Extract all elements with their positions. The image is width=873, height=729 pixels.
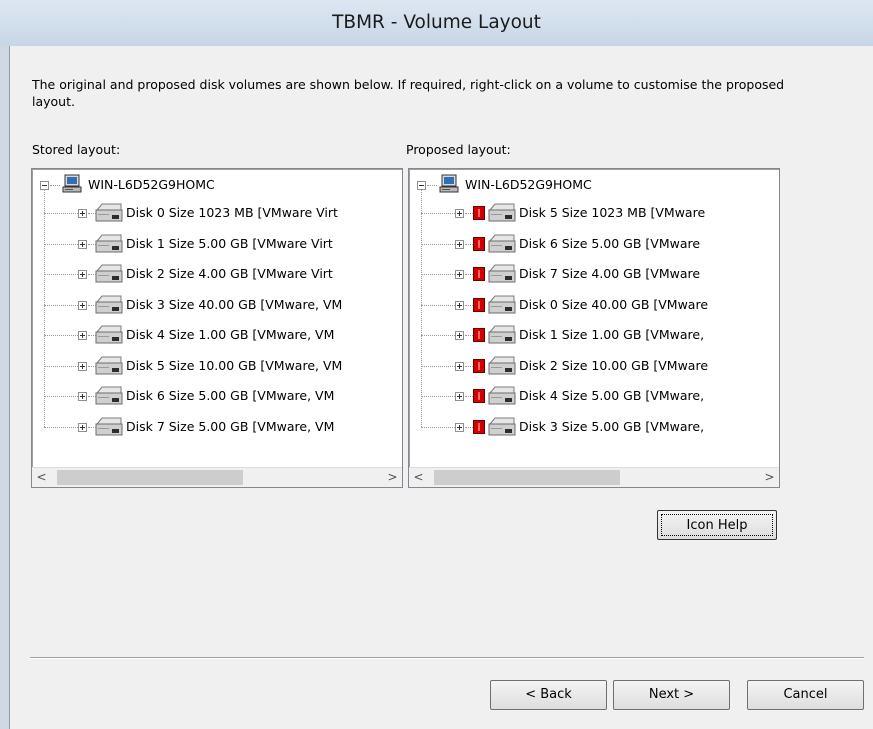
expand-toggle[interactable] (78, 392, 87, 401)
hard-disk-icon (487, 354, 517, 381)
disk-node-label: Disk 3 Size 40.00 GB [VMware, VM (126, 296, 343, 312)
stored-root-node[interactable]: WIN-L6D52G9HOMC (32, 171, 402, 199)
hard-disk-icon (487, 384, 517, 411)
proposed-layout-tree[interactable]: WIN-L6D52G9HOMC Disk 5 Size 1023 MB [VMwa… (408, 168, 780, 488)
stored-disk-node[interactable]: Disk 2 Size 4.00 GB [VMware Virt (32, 260, 402, 288)
disk-node-label: Disk 4 Size 1.00 GB [VMware, VM (126, 327, 335, 342)
proposed-disk-node[interactable]: Disk 3 Size 5.00 GB [VMware, (409, 413, 779, 441)
root-node-label: WIN-L6D52G9HOMC (465, 177, 592, 192)
scroll-left-icon[interactable]: < (32, 468, 51, 487)
disk-node-label: Disk 7 Size 4.00 GB [VMware (519, 266, 701, 281)
stored-layout-tree[interactable]: WIN-L6D52G9HOMC Disk 0 Size 1023 MB [VMwa… (31, 168, 403, 488)
disk-node-label: Disk 1 Size 1.00 GB [VMware, (519, 327, 705, 342)
expand-toggle[interactable] (455, 209, 464, 218)
hard-disk-icon (487, 201, 517, 228)
hard-disk-icon (487, 415, 517, 442)
hard-disk-icon (487, 293, 517, 320)
hard-disk-icon (94, 323, 124, 350)
expand-toggle[interactable] (455, 239, 464, 249)
disk-node-label: Disk 2 Size 10.00 GB [VMware (519, 357, 709, 373)
expand-toggle[interactable] (455, 392, 464, 401)
red-warning-icon (473, 236, 485, 251)
hard-disk-icon (487, 323, 517, 350)
disk-node-label: Disk 0 Size 1023 MB [VMware Virt (126, 205, 338, 220)
expand-toggle[interactable] (455, 300, 464, 310)
expand-toggle[interactable] (78, 270, 87, 279)
red-warning-icon (473, 328, 485, 342)
disk-node-label: Disk 5 Size 10.00 GB [VMware, VM (126, 357, 343, 373)
disk-node-label: Disk 6 Size 5.00 GB [VMware, VM (126, 388, 335, 403)
hard-disk-icon (94, 232, 124, 259)
proposed-horizontal-scrollbar[interactable]: < > (409, 467, 779, 487)
hard-disk-icon (94, 354, 124, 381)
expand-toggle[interactable] (78, 209, 87, 218)
icon-help-label: Icon Help (661, 514, 773, 536)
expand-toggle[interactable] (455, 270, 464, 279)
disk-node-label: Disk 3 Size 5.00 GB [VMware, (519, 418, 705, 434)
back-button[interactable]: < Back (490, 680, 607, 710)
dialog-body: The original and proposed disk volumes a… (9, 46, 873, 729)
red-warning-icon (473, 206, 485, 220)
hard-disk-icon (94, 293, 124, 320)
next-button[interactable]: Next > (613, 680, 730, 710)
red-warning-icon (473, 419, 485, 434)
footer-separator (30, 657, 864, 659)
computer-icon (439, 174, 459, 197)
proposed-disk-node[interactable]: Disk 5 Size 1023 MB [VMware (409, 199, 779, 227)
stored-horizontal-scrollbar[interactable]: < > (32, 467, 402, 487)
scroll-left-icon[interactable]: < (409, 468, 428, 487)
proposed-layout-label: Proposed layout: (406, 142, 511, 157)
disk-node-label: Disk 5 Size 1023 MB [VMware (519, 205, 706, 220)
disk-node-label: Disk 6 Size 5.00 GB [VMware (519, 235, 701, 251)
red-warning-icon (473, 358, 485, 373)
disk-node-label: Disk 0 Size 40.00 GB [VMware (519, 296, 709, 312)
window-title: TBMR - Volume Layout (0, 0, 873, 46)
expand-toggle[interactable] (455, 422, 464, 432)
disk-node-label: Disk 7 Size 5.00 GB [VMware, VM (126, 418, 335, 434)
red-warning-icon (473, 389, 485, 403)
hard-disk-icon (487, 262, 517, 289)
scroll-thumb[interactable] (57, 470, 243, 485)
disk-node-label: Disk 1 Size 5.00 GB [VMware Virt (126, 235, 333, 251)
hard-disk-icon (94, 415, 124, 442)
scroll-right-icon[interactable]: > (383, 468, 402, 487)
scroll-thumb[interactable] (434, 470, 620, 485)
disk-node-label: Disk 2 Size 4.00 GB [VMware Virt (126, 266, 333, 281)
icon-help-button[interactable]: Icon Help (657, 510, 777, 540)
stored-disk-node[interactable]: Disk 4 Size 1.00 GB [VMware, VM (32, 321, 402, 349)
stored-disk-node[interactable]: Disk 0 Size 1023 MB [VMware Virt (32, 199, 402, 227)
stored-disk-node[interactable]: Disk 1 Size 5.00 GB [VMware Virt (32, 230, 402, 258)
hard-disk-icon (487, 232, 517, 259)
disk-node-label: Disk 4 Size 5.00 GB [VMware, (519, 388, 705, 403)
red-warning-icon (473, 267, 485, 281)
expand-toggle[interactable] (78, 300, 87, 310)
computer-icon (62, 174, 82, 197)
hard-disk-icon (94, 384, 124, 411)
proposed-root-node[interactable]: WIN-L6D52G9HOMC (409, 171, 779, 199)
expand-toggle[interactable] (78, 361, 87, 371)
cancel-button[interactable]: Cancel (747, 680, 864, 710)
proposed-disk-node[interactable]: Disk 1 Size 1.00 GB [VMware, (409, 321, 779, 349)
expand-toggle[interactable] (78, 239, 87, 249)
proposed-disk-node[interactable]: Disk 2 Size 10.00 GB [VMware (409, 352, 779, 380)
proposed-disk-node[interactable]: Disk 4 Size 5.00 GB [VMware, (409, 382, 779, 410)
hard-disk-icon (94, 201, 124, 228)
intro-text: The original and proposed disk volumes a… (32, 77, 785, 109)
stored-disk-node[interactable]: Disk 5 Size 10.00 GB [VMware, VM (32, 352, 402, 380)
hard-disk-icon (94, 262, 124, 289)
scroll-right-icon[interactable]: > (760, 468, 779, 487)
proposed-disk-node[interactable]: Disk 0 Size 40.00 GB [VMware (409, 291, 779, 319)
red-warning-icon (473, 297, 485, 312)
proposed-disk-node[interactable]: Disk 6 Size 5.00 GB [VMware (409, 230, 779, 258)
expand-toggle[interactable] (78, 422, 87, 432)
root-node-label: WIN-L6D52G9HOMC (88, 177, 215, 192)
stored-disk-node[interactable]: Disk 6 Size 5.00 GB [VMware, VM (32, 382, 402, 410)
stored-disk-node[interactable]: Disk 3 Size 40.00 GB [VMware, VM (32, 291, 402, 319)
stored-layout-label: Stored layout: (32, 142, 121, 157)
expand-toggle[interactable] (455, 361, 464, 371)
stored-disk-node[interactable]: Disk 7 Size 5.00 GB [VMware, VM (32, 413, 402, 441)
proposed-disk-node[interactable]: Disk 7 Size 4.00 GB [VMware (409, 260, 779, 288)
expand-toggle[interactable] (455, 331, 464, 340)
expand-toggle[interactable] (78, 331, 87, 340)
